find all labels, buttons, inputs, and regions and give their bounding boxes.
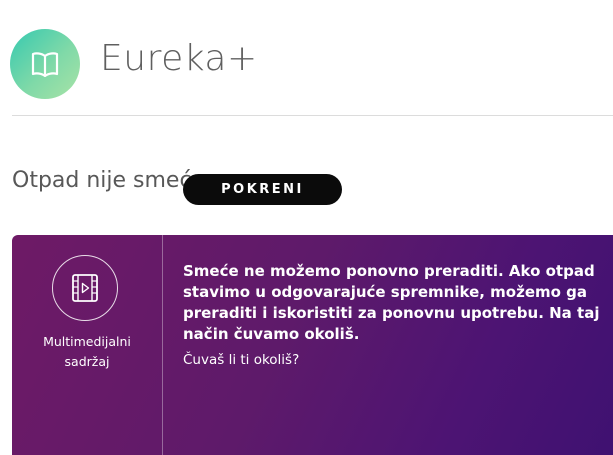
app-logo[interactable] xyxy=(10,29,80,99)
section-title: Otpad nije smeće xyxy=(12,168,206,193)
card-description: Smeće ne možemo ponovno preraditi. Ako o… xyxy=(183,262,600,343)
multimedia-icon-circle xyxy=(52,255,118,321)
book-icon xyxy=(31,52,59,77)
card-question: Čuvaš li ti okoliš? xyxy=(183,352,300,368)
content-card[interactable]: Multimedijalni sadržaj Smeće ne možemo p… xyxy=(12,235,613,455)
film-play-icon xyxy=(72,274,98,302)
content-type-label-line1: Multimedijalni xyxy=(43,334,131,349)
header-divider xyxy=(12,115,613,116)
app-header: Eureka+ xyxy=(0,0,613,116)
app-title: Eureka+ xyxy=(100,38,258,79)
start-button[interactable]: POKRENI xyxy=(183,174,342,205)
card-type-panel: Multimedijalni sadržaj xyxy=(12,235,163,455)
page: Eureka+ Otpad nije smeće Multimedijalni … xyxy=(0,0,613,455)
content-type-label: Multimedijalni sadržaj xyxy=(12,332,162,372)
card-body: Smeće ne možemo ponovno preraditi. Ako o… xyxy=(183,261,603,369)
content-type-label-line2: sadržaj xyxy=(64,354,110,369)
